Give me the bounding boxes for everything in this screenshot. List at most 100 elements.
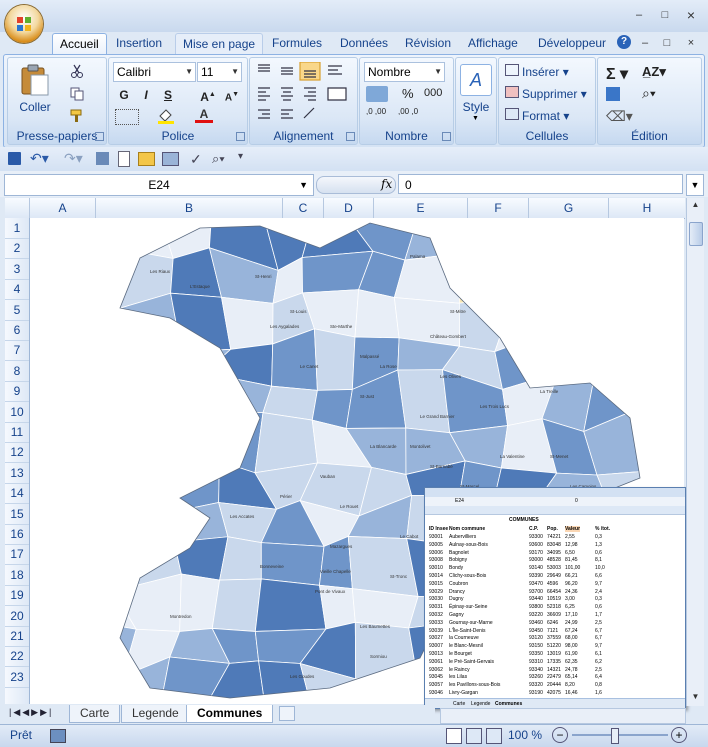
font-color-icon[interactable]: A — [195, 107, 213, 125]
insert-cells-button[interactable]: Insérer ▾ — [505, 64, 569, 79]
zoom-in-icon[interactable]: + — [671, 727, 687, 743]
style-icon[interactable]: A — [460, 64, 492, 96]
column-header[interactable]: H — [609, 198, 685, 218]
zoom-preview-icon[interactable]: ⌕▾ — [212, 151, 225, 167]
underline-button[interactable]: S — [157, 85, 179, 105]
paste-button[interactable]: Coller — [14, 62, 56, 124]
tab-revision[interactable]: Révision — [398, 33, 458, 54]
row-header[interactable]: 17 — [5, 544, 29, 566]
open-folder-icon[interactable] — [138, 152, 155, 166]
sheet-tab-carte[interactable]: Carte — [69, 705, 121, 723]
new-document-icon[interactable] — [118, 151, 130, 167]
percent-button[interactable]: % — [402, 86, 414, 101]
row-header[interactable]: 6 — [5, 320, 29, 341]
alignment-buttons[interactable] — [254, 62, 354, 124]
office-button[interactable] — [5, 5, 43, 43]
row-header[interactable]: 1 — [5, 218, 29, 239]
row-header[interactable]: 20 — [5, 606, 29, 627]
customize-qat-icon[interactable]: ▾ — [238, 151, 243, 162]
expand-formula-icon[interactable]: ▼ — [686, 174, 704, 196]
column-header[interactable]: A — [30, 198, 96, 218]
decrease-decimal-button[interactable]: ,00 ,0 — [398, 108, 424, 116]
new-sheet-icon[interactable] — [279, 706, 295, 721]
zoom-slider-thumb[interactable] — [611, 728, 619, 744]
vertical-scrollbar[interactable]: ▲ ▼ — [686, 198, 704, 706]
spelling-icon[interactable]: ✓ — [190, 151, 202, 168]
zoom-slider[interactable] — [572, 734, 668, 736]
row-header[interactable]: 10 — [5, 402, 29, 423]
row-header[interactable]: 18 — [5, 565, 29, 586]
sheet-nav-icon[interactable]: |◀◀▶▶| — [9, 707, 53, 718]
clear-icon[interactable]: ⌫▾ — [606, 108, 633, 125]
ribbon-close-button[interactable]: × — [682, 36, 700, 50]
minimize-button[interactable]: – — [630, 8, 648, 22]
format-painter-icon[interactable] — [70, 109, 84, 126]
zoom-out-icon[interactable]: − — [552, 727, 568, 743]
row-header[interactable]: 5 — [5, 300, 29, 321]
row-header[interactable]: 16 — [5, 524, 29, 545]
save-icon[interactable] — [8, 152, 21, 165]
copy-icon[interactable] — [70, 87, 84, 104]
thousands-button[interactable]: 000 — [424, 87, 442, 99]
name-box[interactable]: E24 ▼ — [4, 174, 314, 196]
column-header[interactable]: F — [468, 198, 529, 218]
row-header[interactable]: 11 — [5, 422, 29, 443]
tab-affichage[interactable]: Affichage — [461, 33, 525, 54]
column-header[interactable]: E — [374, 198, 468, 218]
formula-input[interactable]: 0 — [398, 174, 683, 194]
select-all-corner[interactable] — [5, 198, 30, 218]
row-header[interactable]: 4 — [5, 279, 29, 301]
row-header[interactable]: 8 — [5, 361, 29, 382]
row-header[interactable]: 23 — [5, 667, 29, 688]
font-launcher-icon[interactable] — [236, 132, 245, 141]
redo-icon[interactable]: ↷▾ — [64, 150, 83, 167]
scroll-thumb[interactable] — [689, 222, 703, 246]
maximize-button[interactable]: □ — [656, 8, 674, 22]
scroll-up-icon[interactable]: ▲ — [689, 200, 702, 212]
zoom-level[interactable]: 100 % — [508, 728, 542, 742]
tab-developpeur[interactable]: Développeur — [531, 33, 613, 54]
row-header[interactable]: 22 — [5, 646, 29, 668]
tab-donnees[interactable]: Données — [333, 33, 395, 54]
borders-icon[interactable] — [115, 109, 139, 125]
row-header[interactable]: 19 — [5, 585, 29, 607]
row-header[interactable]: 12 — [5, 442, 29, 464]
insert-function-icon[interactable]: fx — [381, 177, 392, 191]
italic-button[interactable]: I — [135, 85, 157, 105]
row-header[interactable]: 2 — [5, 238, 29, 260]
horizontal-scrollbar[interactable] — [440, 708, 686, 724]
column-header[interactable]: B — [96, 198, 283, 218]
font-size-combo[interactable]: 11 ▼ — [197, 62, 242, 82]
sheet-tab-legende[interactable]: Legende — [121, 705, 190, 723]
ribbon-restore-button[interactable]: □ — [658, 36, 676, 50]
macro-record-icon[interactable] — [50, 729, 66, 743]
font-name-combo[interactable]: Calibri ▼ — [113, 62, 196, 82]
row-header[interactable]: 14 — [5, 483, 29, 505]
number-launcher-icon[interactable] — [442, 132, 451, 141]
style-button[interactable]: Style — [456, 100, 496, 114]
tab-insertion[interactable]: Insertion — [109, 33, 169, 54]
alignment-launcher-icon[interactable] — [346, 132, 355, 141]
normal-view-icon[interactable] — [446, 728, 462, 744]
email-icon[interactable] — [162, 152, 179, 166]
undo-icon[interactable]: ↶▾ — [30, 150, 49, 167]
increase-decimal-button[interactable]: ,0 ,00 — [366, 108, 392, 116]
autosum-icon[interactable]: Σ ▾ — [606, 64, 628, 84]
page-break-view-icon[interactable] — [486, 728, 502, 744]
delete-cells-button[interactable]: Supprimer ▾ — [505, 86, 587, 101]
scroll-down-icon[interactable]: ▼ — [689, 692, 702, 704]
row-header[interactable]: 3 — [5, 259, 29, 280]
row-header[interactable]: 15 — [5, 504, 29, 525]
format-cells-button[interactable]: Format ▾ — [505, 108, 569, 123]
tab-mise-en-page[interactable]: Mise en page — [175, 33, 264, 55]
fill-icon[interactable] — [606, 87, 620, 101]
sheet-tab-communes[interactable]: Communes — [186, 705, 274, 723]
tab-accueil[interactable]: Accueil — [52, 33, 107, 55]
sort-filter-icon[interactable]: A̲Z▾ — [642, 64, 666, 80]
ribbon-minimize-button[interactable]: – — [636, 36, 654, 50]
close-button[interactable]: × — [682, 8, 700, 22]
row-header[interactable]: 9 — [5, 381, 29, 403]
help-icon[interactable]: ? — [617, 35, 631, 49]
print-preview-icon[interactable] — [96, 152, 109, 165]
row-header[interactable]: 13 — [5, 463, 29, 484]
